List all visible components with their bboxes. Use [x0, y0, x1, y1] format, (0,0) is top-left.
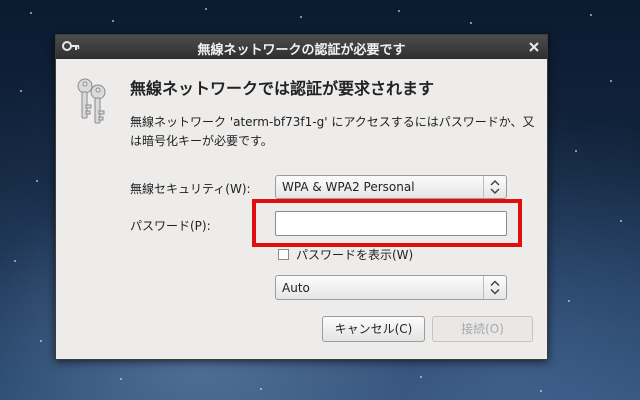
- auth-mode-select-value: Auto: [282, 281, 310, 295]
- password-label: パスワード(P):: [130, 219, 211, 233]
- titlebar[interactable]: 無線ネットワークの認証が必要です: [56, 35, 547, 59]
- connect-button[interactable]: 接続(O): [432, 316, 533, 342]
- dialog-heading: 無線ネットワークでは認証が要求されます: [130, 79, 435, 98]
- password-highlight-box: [252, 199, 522, 247]
- up-down-arrow-icon: [483, 276, 500, 299]
- keys-icon: [77, 78, 106, 124]
- close-icon[interactable]: [527, 40, 541, 54]
- show-password-checkbox[interactable]: [278, 249, 289, 260]
- window-title: 無線ネットワークの認証が必要です: [197, 43, 406, 58]
- security-select[interactable]: WPA & WPA2 Personal: [275, 175, 507, 199]
- up-down-arrow-icon: [483, 176, 500, 198]
- security-select-value: WPA & WPA2 Personal: [282, 180, 415, 194]
- auth-mode-select[interactable]: Auto: [275, 275, 507, 300]
- cancel-button[interactable]: キャンセル(C): [322, 316, 425, 342]
- security-label: 無線セキュリティ(W):: [130, 182, 251, 196]
- wifi-auth-dialog: 無線ネットワークの認証が必要です 無線ネットワークでは認証が要求されます 無線ネ…: [55, 34, 548, 360]
- show-password-label[interactable]: パスワードを表示(W): [296, 246, 413, 263]
- dialog-description: 無線ネットワーク 'aterm-bf73f1-g' にアクセスするにはパスワード…: [130, 115, 535, 148]
